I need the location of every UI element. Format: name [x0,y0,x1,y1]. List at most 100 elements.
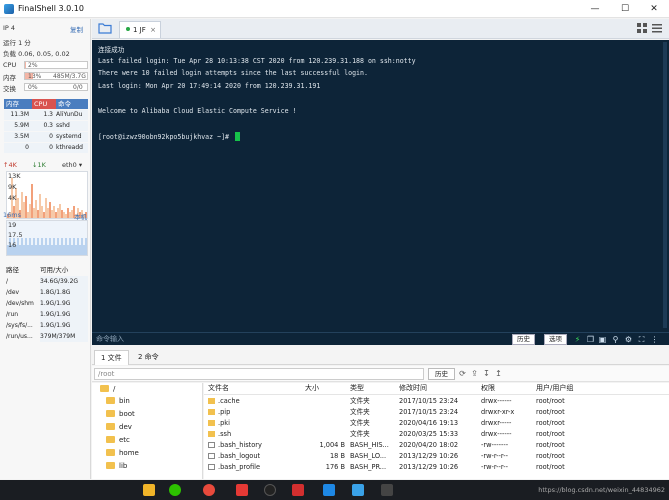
file-row[interactable]: .bash_history 1,004 B BASH_HIS... 2020/04/2… [204,440,669,451]
file-perm: drwx------ [481,430,512,438]
search-icon[interactable]: ⚲ [611,335,620,344]
cpu-meter: 2% [24,61,88,69]
file-row[interactable]: .bash_profile 176 B BASH_PR... 2013/12/29 1… [204,462,669,473]
terminal-scrollbar[interactable] [663,42,667,328]
folder-icon [106,449,115,456]
tree-root[interactable]: / [100,385,115,393]
net-iface-select[interactable]: eth0 ▾ [62,161,82,169]
process-row[interactable]: 0 0 kthreadd [4,143,88,153]
col-name[interactable]: 文件名 [208,383,229,393]
command-input-bar[interactable]: 命令输入 历史 选项 ⚡ ❐ ▣ ⚲ ⚙ ⛶ ⋮ [92,332,669,345]
process-cpu: 1.3 [43,111,53,118]
lightning-icon[interactable]: ⚡ [573,335,582,344]
tree-item[interactable]: boot [106,410,135,418]
uptime-text: 运行 1 分 [3,39,31,47]
command-input-placeholder[interactable]: 命令输入 [96,334,124,344]
folder-icon[interactable] [98,22,112,34]
history-button[interactable]: 历史 [512,334,535,345]
folder-up-icon[interactable]: ⇪ [470,369,479,378]
process-cmd: kthreadd [56,144,83,151]
ping-latency: 16ms [3,211,21,219]
folder-icon [208,431,215,437]
col-type[interactable]: 类型 [350,383,364,393]
tree-item[interactable]: dev [106,423,132,431]
bottom-tab-bar: 1 文件 2 命令 [92,348,669,365]
tab-close-icon[interactable]: × [150,22,156,38]
disk-row[interactable]: /dev/shm 1.9G/1.9G [6,298,88,309]
proc-header-cpu[interactable]: CPU [32,99,56,109]
paste-icon[interactable]: ▣ [598,335,607,344]
col-owner[interactable]: 用户/用户组 [536,383,573,393]
process-row[interactable]: 11.3M 1.3 AliYunDu [4,110,88,120]
copy-ip-link[interactable]: 复制 [70,24,83,34]
chrome-icon[interactable] [203,484,215,496]
net-ytick-1: 13K [8,172,21,180]
app-red-icon[interactable] [292,484,304,496]
terminal-output[interactable]: 连接成功 Last failed login: Tue Apr 28 10:13:… [92,40,669,332]
proc-header-cmd[interactable]: 命令 [56,99,88,109]
path-history-button[interactable]: 历史 [428,368,455,380]
file-row[interactable]: .pki 文件夹 2020/04/16 19:13 drwxr----- root/ro… [204,418,669,429]
refresh-icon[interactable]: ⟳ [458,369,467,378]
terminal-line: [root@izwz90obn92kpo5bujkhvaz ~]# [98,131,240,141]
terminal-line: Welcome to Alibaba Cloud Elastic Compute… [98,106,297,115]
disk-path: / [6,278,9,285]
download-icon[interactable]: ↧ [482,369,491,378]
disk-path: /dev/shm [6,300,34,307]
watermark-text: https://blog.csdn.net/weixin_44834962 [538,486,665,494]
file-type: 文件夹 [350,408,370,416]
more-icon[interactable]: ⋮ [650,335,659,344]
close-button[interactable]: ✕ [639,0,669,18]
app-blue-icon[interactable] [323,484,335,496]
disk-row[interactable]: /sys/fs/... 1.9G/1.9G [6,320,88,331]
tree-item[interactable]: bin [106,397,130,405]
file-row[interactable]: .pip 文件夹 2017/10/15 23:24 drwxr-xr-x root/ro… [204,407,669,418]
finalshell-taskbar-icon[interactable] [352,484,364,496]
copy-icon[interactable]: ❐ [586,335,595,344]
tree-item[interactable]: home [106,449,139,457]
file-row[interactable]: .bash_logout 18 B BASH_LO... 2013/12/29 10:… [204,451,669,462]
tree-item[interactable]: lib [106,462,127,470]
file-name: .bash_history [218,441,262,449]
tree-item-label: etc [119,436,130,444]
proc-header-mem[interactable]: 内存 [4,99,32,109]
tab-commands[interactable]: 2 命令 [132,350,165,365]
app-gray-icon[interactable] [381,484,393,496]
file-name: .bash_logout [218,452,261,460]
disk-row[interactable]: /dev 1.8G/1.8G [6,287,88,298]
disk-table-header: 路径 可用/大小 [6,264,88,274]
menu-icon[interactable] [652,23,662,33]
netease-music-icon[interactable] [236,484,248,496]
minimize-button[interactable]: — [580,0,610,18]
upload-icon[interactable]: ↥ [494,369,503,378]
col-mtime[interactable]: 修改时间 [399,383,427,393]
col-perm[interactable]: 权限 [481,383,495,393]
disk-row[interactable]: /run/us... 379M/379M [6,331,88,342]
terminal-cursor [234,131,240,141]
file-row[interactable]: .cache 文件夹 2017/10/15 23:24 drwx------ root/… [204,396,669,407]
path-input[interactable]: /root [94,368,424,380]
file-row[interactable]: .ssh 文件夹 2020/03/25 15:33 drwx------ root/ro… [204,429,669,440]
directory-tree: / bin boot dev etc home lib [92,383,203,479]
tab-session-1[interactable]: 1 JF × [119,21,161,38]
file-size: 18 B [329,452,345,460]
maximize-button[interactable]: ☐ [610,0,640,18]
tree-item[interactable]: etc [106,436,130,444]
disk-row[interactable]: /run 1.9G/1.9G [6,309,88,320]
file-explorer-icon[interactable] [143,484,155,496]
file-owner: root/root [536,452,565,460]
qq-icon[interactable] [264,484,276,496]
process-row[interactable]: 3.5M 0 systemd [4,132,88,142]
wechat-icon[interactable] [169,484,181,496]
mem-value: 13% [28,73,42,80]
file-mtime: 2020/03/25 15:33 [399,430,459,438]
disk-row[interactable]: / 34.6G/39.2G [6,276,88,287]
tab-files[interactable]: 1 文件 [94,350,129,365]
options-button[interactable]: 选项 [544,334,567,345]
settings-gear-icon[interactable]: ⚙ [624,335,633,344]
col-size[interactable]: 大小 [305,383,319,393]
fullscreen-icon[interactable]: ⛶ [637,335,646,344]
layout-grid-icon[interactable] [637,23,647,33]
process-row[interactable]: 5.9M 0.3 sshd [4,121,88,131]
file-owner: root/root [536,430,565,438]
